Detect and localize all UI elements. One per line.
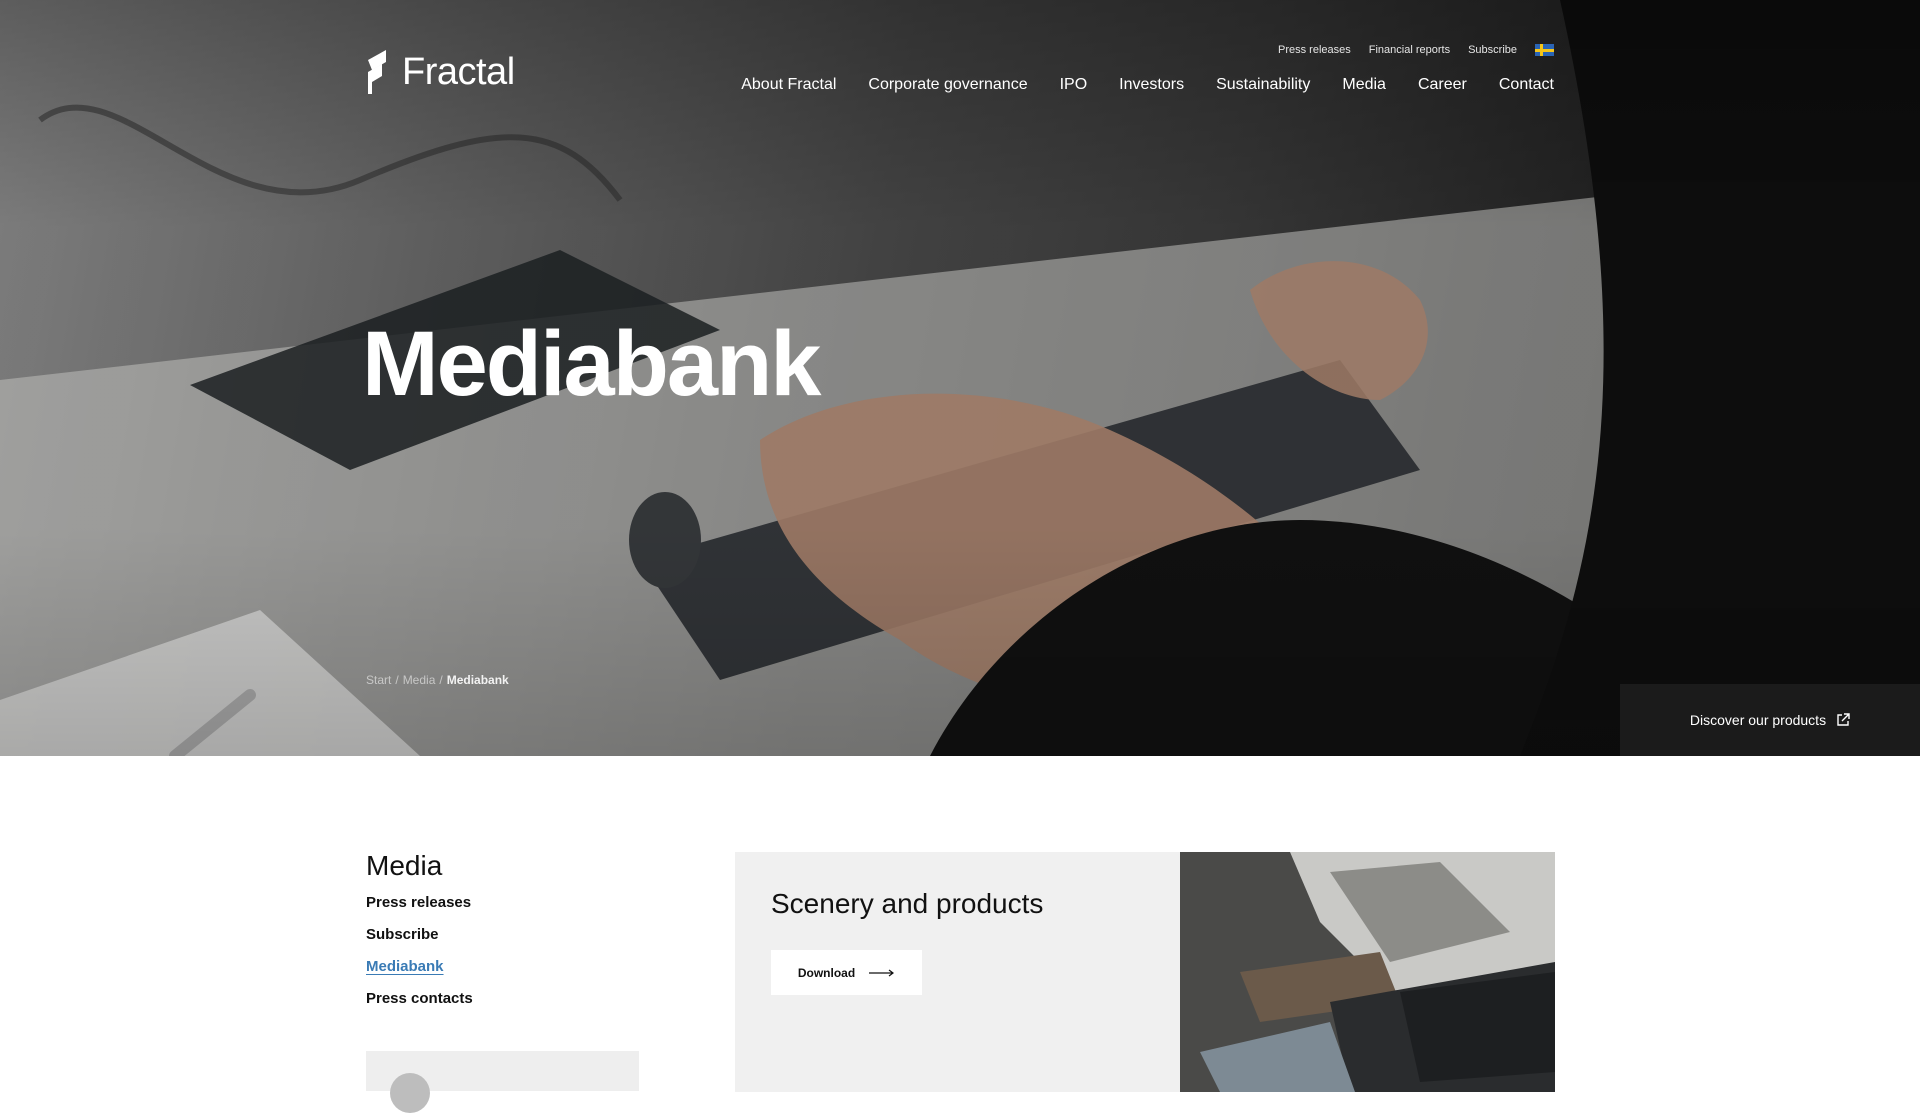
fractal-logo-icon bbox=[368, 50, 386, 94]
sidebar-item: Press contacts bbox=[366, 990, 638, 1008]
card-title: Scenery and products bbox=[771, 888, 1044, 919]
utility-link-financial-reports[interactable]: Financial reports bbox=[1369, 44, 1450, 56]
sidebar-item-mediabank[interactable]: Mediabank bbox=[366, 958, 444, 975]
avatar bbox=[390, 1073, 430, 1113]
media-download-card: Scenery and products Download bbox=[735, 852, 1555, 1092]
utility-link-press-releases[interactable]: Press releases bbox=[1278, 44, 1351, 56]
sidebar-item: Mediabank bbox=[366, 958, 638, 976]
breadcrumb-separator: / bbox=[439, 673, 443, 687]
breadcrumb-separator: / bbox=[395, 673, 399, 687]
nav-item-corporate-governance[interactable]: Corporate governance bbox=[868, 76, 1027, 94]
discover-products-label: Discover our products bbox=[1689, 712, 1827, 728]
nav-item-about-fractal[interactable]: About Fractal bbox=[741, 76, 836, 94]
external-link-icon bbox=[1837, 713, 1850, 726]
nav-item-career[interactable]: Career bbox=[1418, 76, 1467, 94]
nav-item-ipo[interactable]: IPO bbox=[1060, 76, 1088, 94]
sidebar-item-press-releases[interactable]: Press releases bbox=[366, 894, 471, 911]
utility-link-subscribe[interactable]: Subscribe bbox=[1468, 44, 1517, 56]
press-contact-card bbox=[366, 1051, 639, 1113]
download-label: Download bbox=[797, 965, 856, 980]
hero-banner: Fractal Press releases Financial reports… bbox=[0, 0, 1920, 756]
media-sidebar: Media Press releases Subscribe Mediabank… bbox=[366, 850, 638, 1022]
sidebar-title: Media bbox=[366, 850, 443, 881]
sidebar-item-subscribe[interactable]: Subscribe bbox=[366, 926, 439, 943]
swedish-flag-icon[interactable] bbox=[1535, 44, 1554, 56]
arrow-right-icon bbox=[869, 969, 895, 976]
nav-item-sustainability[interactable]: Sustainability bbox=[1216, 76, 1310, 94]
product-image bbox=[1180, 852, 1555, 1092]
sidebar-item: Subscribe bbox=[366, 926, 638, 944]
breadcrumb: Start / Media / Mediabank bbox=[366, 673, 509, 687]
download-button[interactable]: Download bbox=[771, 950, 922, 995]
breadcrumb-start[interactable]: Start bbox=[366, 673, 391, 687]
logo-wordmark: Fractal bbox=[402, 50, 515, 93]
nav-item-investors[interactable]: Investors bbox=[1119, 76, 1184, 94]
page-title: Mediabank bbox=[362, 313, 821, 415]
sidebar-item: Press releases bbox=[366, 894, 638, 912]
discover-products-button[interactable]: Discover our products bbox=[1620, 684, 1920, 756]
nav-item-media[interactable]: Media bbox=[1342, 76, 1386, 94]
fractal-logo[interactable]: Fractal bbox=[366, 50, 515, 94]
breadcrumb-current: Mediabank bbox=[446, 673, 509, 687]
main-nav: About Fractal Corporate governance IPO I… bbox=[741, 76, 1554, 94]
sidebar-menu: Press releases Subscribe Mediabank Press… bbox=[366, 894, 638, 1008]
nav-item-contact[interactable]: Contact bbox=[1499, 76, 1554, 94]
breadcrumb-media[interactable]: Media bbox=[403, 673, 436, 687]
sidebar-item-press-contacts[interactable]: Press contacts bbox=[366, 990, 473, 1007]
hero-overlay bbox=[0, 0, 1920, 756]
utility-nav: Press releases Financial reports Subscri… bbox=[1278, 44, 1554, 56]
